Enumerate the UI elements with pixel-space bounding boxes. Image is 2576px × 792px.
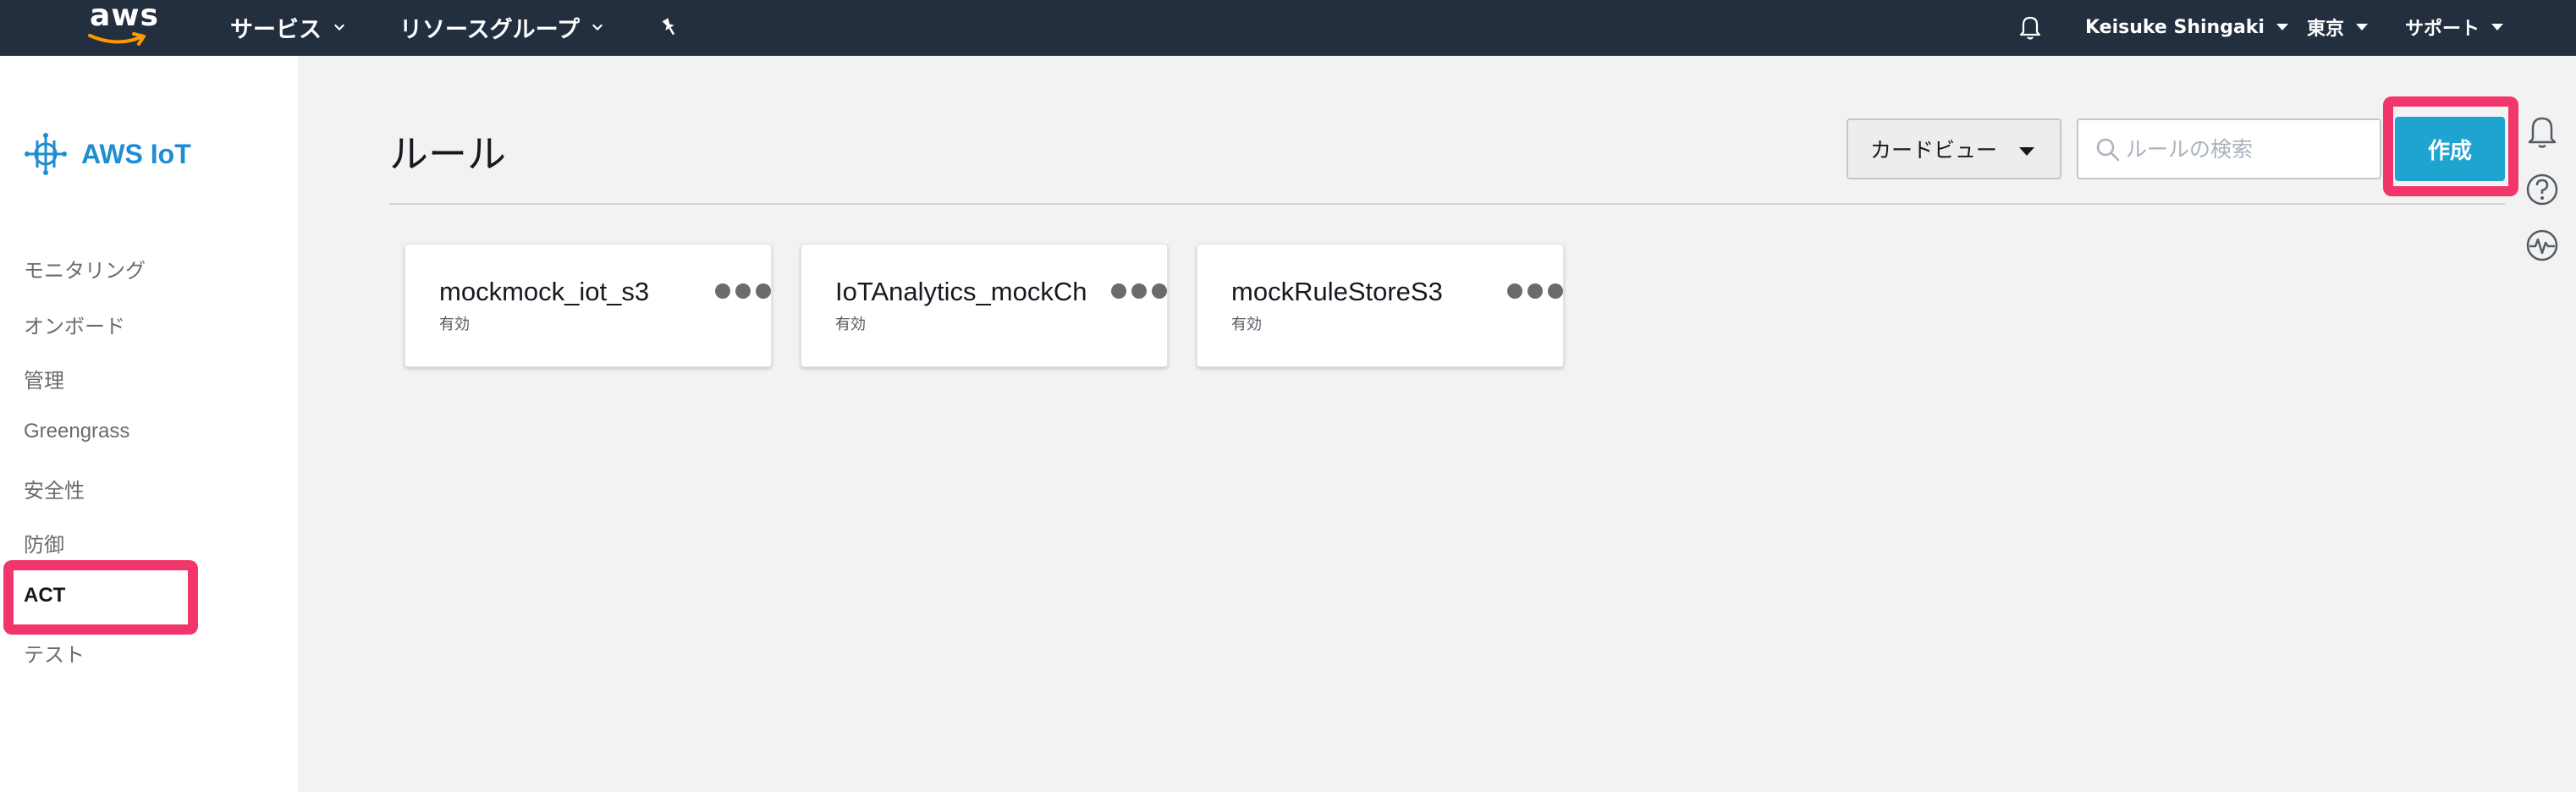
rail-help-button[interactable] [2522, 169, 2562, 210]
caret-down-icon [2019, 147, 2034, 156]
act-highlight-box [3, 560, 198, 635]
search-icon [2096, 138, 2120, 162]
view-select-value: カードビュー [1870, 139, 1998, 162]
chevron-down-icon [333, 24, 345, 31]
bell-icon [2019, 16, 2041, 40]
more-dot-icon [1548, 283, 1563, 299]
rail-activity-button[interactable] [2522, 225, 2562, 266]
page-title: ルール [389, 132, 506, 176]
rule-name[interactable]: mockmock_iot_s3 [439, 277, 761, 307]
pin-button[interactable] [658, 10, 680, 44]
aws-smile-icon [88, 32, 146, 46]
rule-card[interactable]: mockmock_iot_s3 有効 [405, 244, 772, 367]
support-label: サポート [2405, 19, 2480, 40]
brand-name: AWS IoT [81, 138, 191, 169]
pin-icon [662, 18, 675, 36]
activity-icon [2526, 229, 2558, 261]
sidebar-item-manage[interactable]: 管理 [24, 364, 64, 393]
sidebar-item-greengrass[interactable]: Greengrass [24, 420, 129, 443]
user-menu[interactable]: Keisuke Shingaki [2085, 10, 2288, 44]
aws-logo-text: aws [90, 0, 159, 33]
aws-iot-brand[interactable]: AWS IoT [22, 130, 191, 178]
rule-search [2077, 118, 2381, 179]
support-menu[interactable]: サポート [2405, 10, 2504, 44]
top-navigation-bar: aws サービス リソースグループ Keisuke Shingaki 東京 サポ… [0, 0, 2576, 56]
caret-down-icon [2276, 24, 2288, 30]
rule-status: 有効 [439, 316, 470, 333]
create-highlight-box [2383, 96, 2518, 196]
chevron-down-icon [592, 24, 603, 31]
rail-notifications-button[interactable] [2522, 110, 2562, 151]
user-name: Keisuke Shingaki [2085, 16, 2265, 38]
services-label: サービス [230, 16, 322, 43]
rule-actions-menu-button[interactable] [1507, 283, 1563, 299]
more-dot-icon [735, 283, 751, 299]
region-label: 東京 [2307, 19, 2345, 40]
rule-actions-menu-button[interactable] [1111, 283, 1167, 299]
sidebar-item-monitoring[interactable]: モニタリング [24, 254, 146, 283]
caret-down-icon [2356, 24, 2369, 30]
more-dot-icon [1507, 283, 1522, 299]
rule-status: 有効 [1231, 316, 1262, 333]
more-dot-icon [1152, 283, 1167, 299]
rule-search-input[interactable] [2126, 130, 2371, 169]
region-menu[interactable]: 東京 [2307, 10, 2369, 44]
sidebar-item-onboard[interactable]: オンボード [24, 310, 125, 339]
bell-icon [2528, 117, 2557, 148]
rule-name[interactable]: IoTAnalytics_mockCh [835, 277, 1157, 307]
sidebar: AWS IoT モニタリング オンボード 管理 Greengrass 安全性 防… [0, 56, 298, 792]
rule-name[interactable]: mockRuleStoreS3 [1231, 277, 1553, 307]
aws-logo[interactable]: aws [85, 0, 158, 51]
notifications-button[interactable] [2017, 10, 2043, 44]
resource-groups-label: リソースグループ [399, 16, 581, 43]
view-select-dropdown[interactable]: カードビュー [1847, 118, 2061, 179]
more-dot-icon [1131, 283, 1147, 299]
help-icon [2526, 173, 2558, 206]
rule-actions-menu-button[interactable] [715, 283, 771, 299]
more-dot-icon [1527, 283, 1543, 299]
services-menu[interactable]: サービス [230, 10, 345, 44]
sidebar-item-secure[interactable]: 安全性 [24, 474, 85, 503]
sidebar-item-test[interactable]: テスト [24, 638, 85, 668]
rule-card[interactable]: mockRuleStoreS3 有効 [1197, 244, 1564, 367]
caret-down-icon [2491, 24, 2504, 30]
sidebar-item-defend[interactable]: 防御 [24, 528, 64, 558]
title-divider [389, 203, 2505, 205]
rule-status: 有効 [835, 316, 866, 333]
more-dot-icon [1111, 283, 1126, 299]
more-dot-icon [756, 283, 771, 299]
aws-iot-logo-icon [25, 133, 67, 175]
rule-card[interactable]: IoTAnalytics_mockCh 有効 [801, 244, 1168, 367]
more-dot-icon [715, 283, 730, 299]
resource-groups-menu[interactable]: リソースグループ [399, 10, 603, 44]
